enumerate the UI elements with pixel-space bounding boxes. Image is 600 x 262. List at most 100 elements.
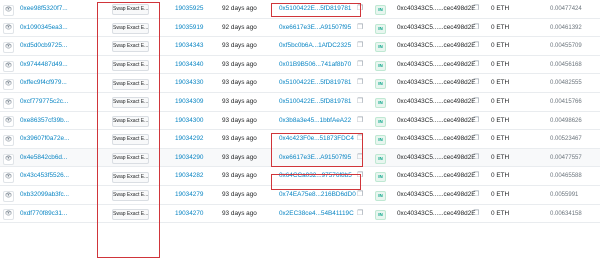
value-text: 0 ETH xyxy=(491,172,510,180)
from-highlight-1 xyxy=(271,3,361,17)
copy-icon[interactable]: ❐ xyxy=(473,56,479,75)
value-text: 0 ETH xyxy=(491,60,510,68)
copy-icon[interactable]: ❐ xyxy=(473,37,479,56)
txn-fee-text: 0.00482555 xyxy=(550,80,582,87)
age-text: 93 days ago xyxy=(222,153,257,161)
block-link[interactable]: 19034292 xyxy=(175,130,203,149)
to-address: 0xc40343C5......cec498d2E xyxy=(397,153,476,161)
block-link[interactable]: 19034343 xyxy=(175,37,203,56)
copy-icon[interactable]: ❐ xyxy=(473,149,479,168)
block-link[interactable]: 19034340 xyxy=(175,56,203,75)
tx-hash-link[interactable]: 0x39607f0a72e... xyxy=(20,130,69,149)
eye-icon[interactable]: 👁 xyxy=(3,60,14,72)
from-address-link[interactable]: 0x3b8a3e45...1bbfAeA22 xyxy=(279,112,351,131)
eye-icon[interactable]: 👁 xyxy=(3,97,14,109)
txn-fee-text: 0.00465588 xyxy=(550,173,582,180)
copy-icon[interactable]: ❐ xyxy=(357,56,363,75)
copy-icon[interactable]: ❐ xyxy=(357,205,363,224)
eye-icon[interactable]: 👁 xyxy=(3,190,14,202)
txn-fee-text: 0.00477424 xyxy=(550,6,582,12)
copy-icon[interactable]: ❐ xyxy=(357,93,363,112)
value-text: 0 ETH xyxy=(491,23,510,31)
tx-hash-link[interactable]: 0xd5d0cb9725... xyxy=(20,37,67,56)
age-text: 93 days ago xyxy=(222,190,257,198)
value-text: 0 ETH xyxy=(491,79,510,87)
tx-hash-link[interactable]: 0x1090345ea3... xyxy=(20,19,68,38)
to-address: 0xc40343C5......cec498d2E xyxy=(397,60,476,68)
from-address-link[interactable]: 0xe6617e3E...A91507f95 xyxy=(279,19,351,38)
value-text: 0 ETH xyxy=(491,209,510,217)
tx-hash-link[interactable]: 0xcf779775c2c... xyxy=(20,93,68,112)
block-link[interactable]: 19034330 xyxy=(175,74,203,93)
from-address-link[interactable]: 0x01B9B506...741af8b70 xyxy=(279,56,351,75)
copy-icon[interactable]: ❐ xyxy=(473,205,479,224)
age-text: 93 days ago xyxy=(222,172,257,180)
tx-hash-link[interactable]: 0x43c453f5526... xyxy=(20,167,69,186)
table-row: 👁 0xdf770f89c31... Swap Exact E... 19034… xyxy=(0,205,600,224)
copy-icon[interactable]: ❐ xyxy=(473,0,479,19)
eye-icon[interactable]: 👁 xyxy=(3,153,14,165)
age-text: 93 days ago xyxy=(222,209,257,217)
copy-icon[interactable]: ❐ xyxy=(473,186,479,205)
eye-icon[interactable]: 👁 xyxy=(3,79,14,91)
table-row: 👁 0xd5d0cb9725... Swap Exact E... 190343… xyxy=(0,37,600,56)
eye-icon[interactable]: 👁 xyxy=(3,172,14,184)
copy-icon[interactable]: ❐ xyxy=(357,74,363,93)
direction-badge: IN xyxy=(375,190,386,201)
to-address: 0xc40343C5......cec498d2E xyxy=(397,116,476,124)
to-address: 0xc40343C5......cec498d2E xyxy=(397,172,476,180)
age-text: 93 days ago xyxy=(222,42,257,50)
tx-hash-link[interactable]: 0x9744487d49... xyxy=(20,56,68,75)
block-link[interactable]: 19034279 xyxy=(175,186,203,205)
copy-icon[interactable]: ❐ xyxy=(473,167,479,186)
copy-icon[interactable]: ❐ xyxy=(357,37,363,56)
age-text: 93 days ago xyxy=(222,135,257,143)
copy-icon[interactable]: ❐ xyxy=(357,19,363,38)
eye-icon[interactable]: 👁 xyxy=(3,209,14,221)
copy-icon[interactable]: ❐ xyxy=(473,93,479,112)
direction-badge: IN xyxy=(375,97,386,108)
copy-icon[interactable]: ❐ xyxy=(473,112,479,131)
txn-fee-text: 0.00455709 xyxy=(550,43,582,50)
copy-icon[interactable]: ❐ xyxy=(473,19,479,38)
txn-fee-text: 0.00634158 xyxy=(550,210,582,217)
value-text: 0 ETH xyxy=(491,153,510,161)
tx-hash-link[interactable]: 0xffec9f4cf979... xyxy=(20,74,67,93)
direction-badge: IN xyxy=(375,153,386,164)
block-link[interactable]: 19034309 xyxy=(175,93,203,112)
eye-icon[interactable]: 👁 xyxy=(3,23,14,35)
txn-fee-text: 0.00477557 xyxy=(550,154,582,161)
eye-icon[interactable]: 👁 xyxy=(3,4,14,16)
txn-fee-text: 0.0055991 xyxy=(550,191,579,198)
age-text: 93 days ago xyxy=(222,97,257,105)
block-link[interactable]: 19034290 xyxy=(175,149,203,168)
copy-icon[interactable]: ❐ xyxy=(473,130,479,149)
from-address-link[interactable]: 0x5100422E...5fD819781 xyxy=(279,74,352,93)
block-link[interactable]: 19034270 xyxy=(175,205,203,224)
tx-hash-link[interactable]: 0x4e5842cb6d... xyxy=(20,149,67,168)
table-row: 👁 0x1090345ea3... Swap Exact E... 190359… xyxy=(0,19,600,38)
from-address-link[interactable]: 0xf5bc0b6A...1AfDC2325 xyxy=(279,37,351,56)
to-address: 0xc40343C5......cec498d2E xyxy=(397,209,476,217)
block-link[interactable]: 19035925 xyxy=(175,0,203,19)
tx-hash-link[interactable]: 0xee98f5320f7... xyxy=(20,0,68,19)
direction-badge: IN xyxy=(375,5,386,15)
eye-icon[interactable]: 👁 xyxy=(3,41,14,53)
age-text: 93 days ago xyxy=(222,60,257,68)
copy-icon[interactable]: ❐ xyxy=(473,74,479,93)
block-link[interactable]: 19035919 xyxy=(175,19,203,38)
from-address-link[interactable]: 0x5100422E...5fD819781 xyxy=(279,93,352,112)
block-link[interactable]: 19034282 xyxy=(175,167,203,186)
to-address: 0xc40343C5......cec498d2E xyxy=(397,190,476,198)
copy-icon[interactable]: ❐ xyxy=(357,112,363,131)
to-address: 0xc40343C5......cec498d2E xyxy=(397,23,476,31)
eye-icon[interactable]: 👁 xyxy=(3,134,14,146)
tx-hash-link[interactable]: 0xdf770f89c31... xyxy=(20,205,67,224)
tx-hash-link[interactable]: 0xe86357cf39b... xyxy=(20,112,69,131)
direction-badge: IN xyxy=(375,135,386,146)
tx-hash-link[interactable]: 0xb32099ab3fc... xyxy=(20,186,69,205)
value-text: 0 ETH xyxy=(491,190,510,198)
eye-icon[interactable]: 👁 xyxy=(3,116,14,128)
from-address-link[interactable]: 0x2EC38ce4...54B41119C xyxy=(279,205,354,224)
block-link[interactable]: 19034300 xyxy=(175,112,203,131)
